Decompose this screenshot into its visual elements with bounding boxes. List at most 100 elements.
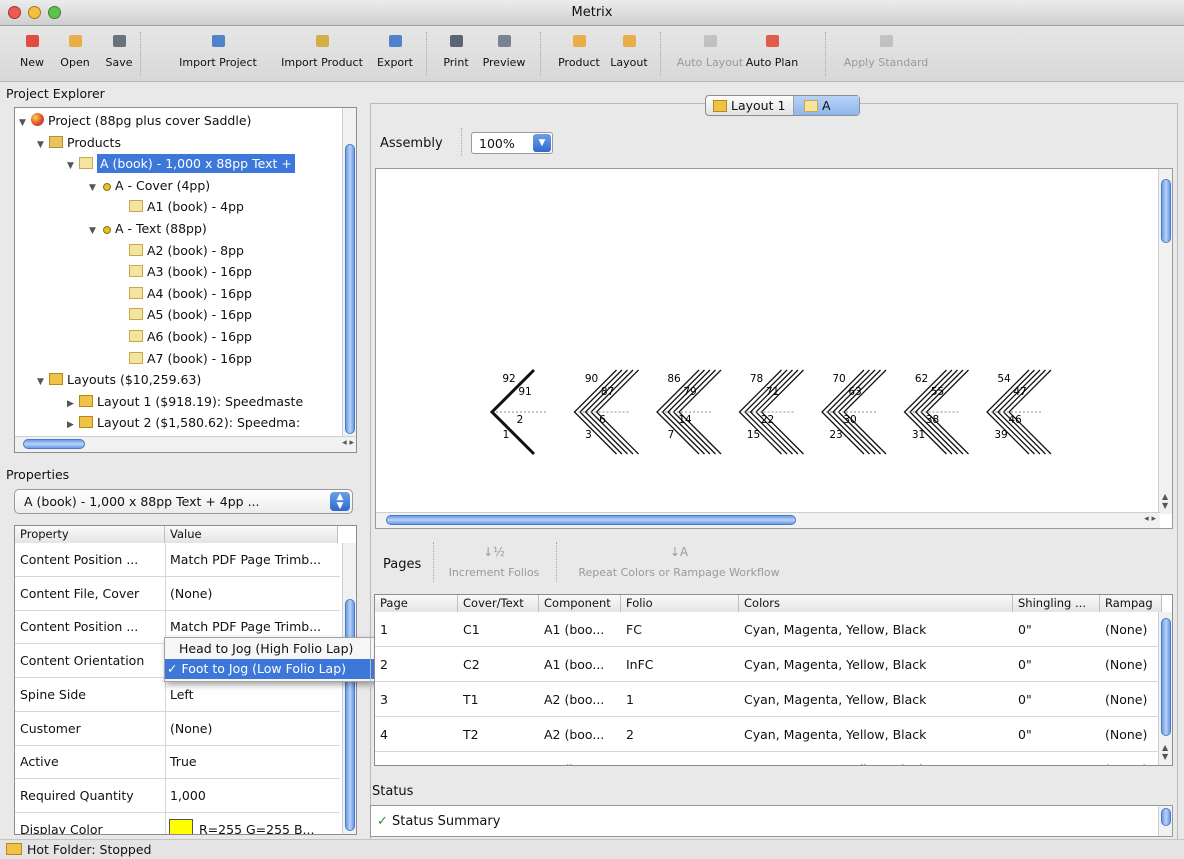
zoom-select[interactable]: 100% ▼ (471, 132, 553, 154)
tree-horizontal-scrollbar[interactable]: ◂ ▸ (15, 436, 356, 452)
project-tree[interactable]: ◂ ▸ ▼ Project (88pg plus cover Saddle) ▼ Pr… (14, 107, 357, 453)
collapsed-triangle-icon[interactable]: ▶ (67, 415, 79, 436)
property-value[interactable]: (None) (165, 577, 338, 611)
expanded-triangle-icon[interactable]: ▼ (19, 113, 31, 134)
tree-node[interactable]: ▼ A - Text (88pp) (89, 218, 207, 239)
expanded-triangle-icon[interactable]: ▼ (89, 178, 101, 199)
tree-node[interactable]: ▼ Layouts ($10,259.63) (37, 369, 201, 390)
increment-folios-button[interactable]: ↓½ Increment Folios (440, 544, 548, 584)
tree-node[interactable]: A7 (book) - 16pp (117, 348, 252, 369)
preview-button[interactable]: Preview (482, 30, 526, 78)
save-button[interactable]: Save (104, 30, 134, 78)
folio-number-label: 1 (503, 429, 510, 441)
expanded-triangle-icon[interactable]: ▼ (89, 221, 101, 242)
canvas-hscroll-thumb[interactable] (386, 515, 796, 525)
tree-node[interactable]: A3 (book) - 16pp (117, 261, 252, 282)
tree-node[interactable]: A2 (book) - 8pp (117, 240, 244, 261)
status-summary-row[interactable]: ✓ Status Summary (377, 814, 500, 829)
export-button[interactable]: Export (372, 30, 418, 78)
assembly-canvas[interactable]: 92 91 2 1 90 87 6 3 86 79 14 7 78 71 22 15 70 63 30 23 62 55 3… (375, 168, 1173, 529)
tree-scroll-thumb[interactable] (345, 144, 355, 434)
status-scroll-thumb[interactable] (1161, 808, 1171, 826)
property-value[interactable]: Left (165, 678, 338, 712)
new-button[interactable]: New (20, 30, 44, 78)
properties-scrollbar[interactable] (342, 543, 356, 834)
pages-column-header[interactable]: Component (539, 595, 621, 612)
tab-layout-1[interactable]: Layout 1 (706, 96, 794, 115)
pages-column-header[interactable]: Rampag (1100, 595, 1162, 612)
export-icon-glyph (388, 35, 402, 47)
properties-scroll-thumb[interactable] (345, 599, 355, 831)
increment-folios-icon: ↓½ (483, 545, 505, 559)
auto-plan-button[interactable]: Auto Plan (744, 30, 800, 78)
print-button[interactable]: Print (440, 30, 472, 78)
property-value[interactable]: True (165, 745, 338, 779)
property-value[interactable]: Match PDF Page Trimb... (165, 543, 338, 577)
expanded-triangle-icon[interactable]: ▼ (67, 156, 79, 177)
import-project-button[interactable]: Import Project (172, 30, 264, 78)
tab-a[interactable]: A (794, 96, 859, 115)
chevron-down-icon[interactable]: ▼ (533, 134, 551, 152)
printer-icon (447, 32, 465, 50)
auto-layout-button[interactable]: Auto Layout (676, 30, 744, 78)
check-icon: ✓ (167, 661, 178, 676)
tree-node[interactable]: ▶ Layout 2 ($1,580.62): Speedma: (67, 412, 300, 433)
tree-node[interactable]: A6 (book) - 16pp (117, 326, 252, 347)
pages-column-header[interactable]: Page (375, 595, 458, 612)
tree-vertical-scrollbar[interactable] (342, 108, 356, 438)
save-disk-icon (110, 32, 128, 50)
tree-node[interactable]: A4 (book) - 16pp (117, 283, 252, 304)
signature-chevron[interactable]: 6255 3831 (903, 369, 969, 455)
tree-node[interactable]: A1 (book) - 4pp (117, 196, 244, 217)
signature-chevron[interactable]: 8679 147 (656, 369, 722, 455)
canvas-vscroll-thumb[interactable] (1161, 179, 1171, 243)
open-button[interactable]: Open (58, 30, 92, 78)
pages-table-row[interactable]: 1 C1 A1 (boo... FC Cyan, Magenta, Yellow, Bl… (375, 612, 1158, 647)
tree-node[interactable]: ▼ A (book) - 1,000 x 88pp Text + (67, 153, 295, 174)
layout-button[interactable]: Layout (608, 30, 650, 78)
property-value[interactable]: 1,000 (165, 779, 338, 813)
expanded-triangle-icon[interactable]: ▼ (37, 135, 49, 156)
apply-standard-button[interactable]: Apply Standard (838, 30, 934, 78)
pages-scroll-arrows-icon[interactable]: ▲ ▼ (1162, 743, 1168, 761)
pages-column-header[interactable]: Folio (621, 595, 739, 612)
pages-table-row[interactable]: 2 C2 A1 (boo... InFC Cyan, Magenta, Yellow, … (375, 647, 1158, 682)
pages-table-row[interactable]: 5T3A2 (boo...3Cyan, Magenta, Yellow, Bla… (375, 752, 1158, 765)
canvas-vscroll-arrows-icon[interactable]: ▲ ▼ (1162, 492, 1168, 510)
pages-scroll-thumb[interactable] (1161, 618, 1171, 736)
signature-chevron[interactable]: 7871 2215 (738, 369, 804, 455)
signature-chevron[interactable]: 9087 63 (573, 369, 639, 455)
value-column-header[interactable]: Value (165, 526, 338, 543)
tree-node[interactable]: ▼ Products (37, 132, 121, 153)
display-color-swatch[interactable] (169, 818, 193, 834)
properties-selector[interactable]: A (book) - 1,000 x 88pp Text + 4pp ... ▲… (14, 489, 353, 514)
tree-node[interactable]: ▼ A - Cover (4pp) (89, 175, 210, 196)
tree-node[interactable]: A5 (book) - 16pp (117, 304, 252, 325)
signature-chevron[interactable]: 7063 3023 (821, 369, 887, 455)
tree-node[interactable]: ▼ Project (88pg plus cover Saddle) (19, 110, 251, 131)
signature-chevron[interactable]: 9291 21 (489, 368, 548, 456)
property-value[interactable]: (None) (165, 712, 338, 746)
product-button[interactable]: Product (554, 30, 604, 78)
repeat-colors-button[interactable]: ↓A Repeat Colors or Rampage Workflow (566, 544, 792, 584)
pages-table-row[interactable]: 3 T1 A2 (boo... 1 Cyan, Magenta, Yellow, Bla… (375, 682, 1158, 717)
canvas-vertical-scrollbar[interactable]: ▲ ▼ (1158, 169, 1172, 514)
expanded-triangle-icon[interactable]: ▼ (37, 372, 49, 393)
tree-scroll-arrows-icon[interactable]: ◂ ▸ (342, 438, 354, 448)
import-product-button[interactable]: Import Product (270, 30, 374, 78)
pages-column-header[interactable]: Colors (739, 595, 1013, 612)
pages-table-row[interactable]: 4 T2 A2 (boo... 2 Cyan, Magenta, Yellow, Bla… (375, 717, 1158, 752)
status-scrollbar[interactable] (1158, 806, 1172, 836)
pages-column-header[interactable]: Shingling ... (1013, 595, 1100, 612)
canvas-hscroll-arrows-icon[interactable]: ◂ ▸ (1144, 514, 1156, 524)
canvas-horizontal-scrollbar[interactable]: ◂ ▸ (376, 512, 1160, 528)
pages-column-header[interactable]: Cover/Text (458, 595, 539, 612)
selector-stepper-icon[interactable]: ▲ ▼ (330, 492, 350, 511)
tree-node-label: A6 (book) - 16pp (147, 329, 252, 344)
page-icon (79, 157, 93, 170)
property-name: Customer (20, 720, 81, 736)
property-column-header[interactable]: Property (15, 526, 165, 543)
tree-node[interactable]: ▶ Layout 1 ($918.19): Speedmaste (67, 391, 303, 412)
tree-hscroll-thumb[interactable] (23, 439, 85, 449)
signature-chevron[interactable]: 5447 4639 (986, 369, 1052, 455)
